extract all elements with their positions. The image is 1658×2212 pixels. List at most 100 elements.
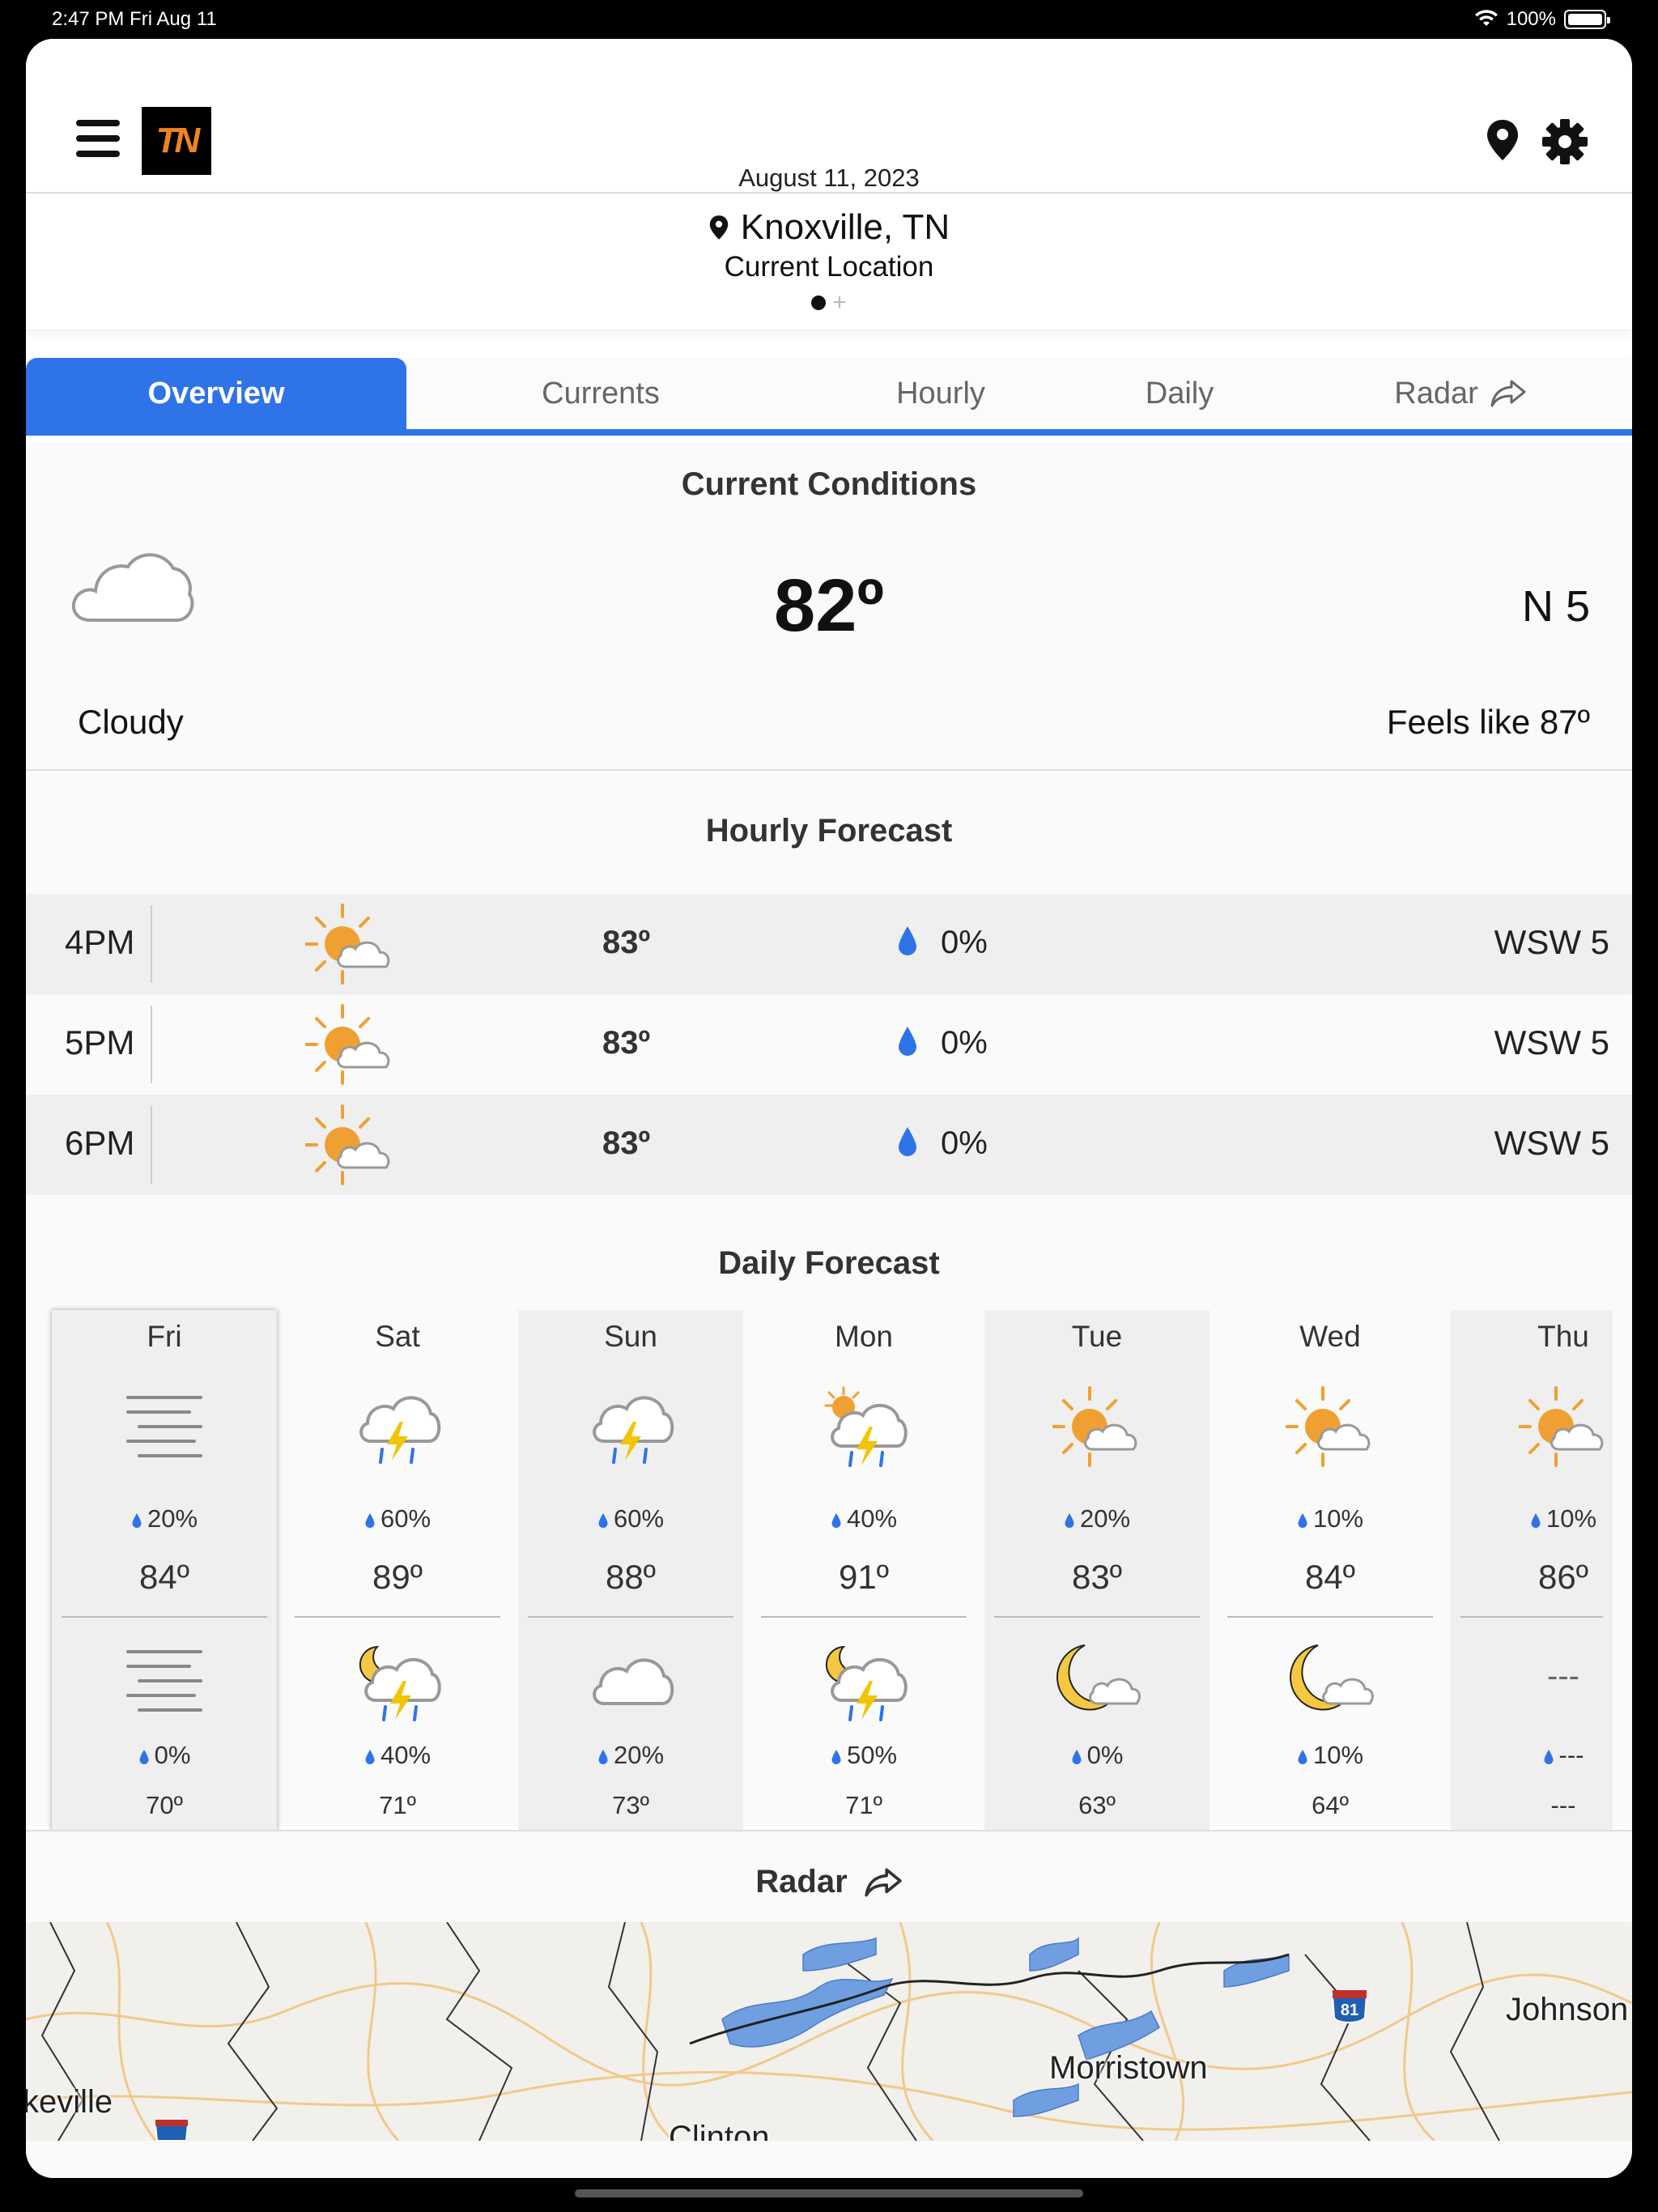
- day-low: 71º: [845, 1791, 882, 1819]
- sun-thunderstorm-icon: [824, 1386, 908, 1467]
- day-name: Mon: [835, 1320, 893, 1353]
- partly-sunny-icon: [1519, 1386, 1604, 1467]
- tab-currents[interactable]: Currents: [431, 358, 771, 429]
- night-thunderstorm-icon: [825, 1645, 908, 1721]
- daily-column-fri[interactable]: Fri 20% 84º 0% 70º: [52, 1310, 277, 1833]
- raindrop-icon: [598, 1750, 608, 1764]
- daily-forecast: Daily Forecast Fri 20% 84º 0% 70º Sat 60…: [26, 1195, 1632, 1833]
- daily-column-mon[interactable]: Mon 40% 91º 50% 71º: [751, 1310, 976, 1833]
- current-conditions: Current Conditions 82º N 5 Cloudy Feels …: [26, 442, 1632, 771]
- hour-wind: WSW 5: [1494, 1023, 1609, 1061]
- day-high: 88º: [605, 1558, 657, 1596]
- hour-time: 4PM: [65, 923, 135, 961]
- tab-hourly[interactable]: Hourly: [779, 358, 1103, 429]
- gear-icon[interactable]: [1541, 118, 1588, 165]
- hourly-row[interactable]: 4PM 83º 0% WSW 5: [26, 894, 1632, 994]
- current-temperature: 82º: [774, 564, 884, 647]
- share-arrow-icon: [1490, 380, 1526, 407]
- partly-sunny-icon: [1052, 1386, 1137, 1467]
- feels-like: Feels like 87º: [1386, 703, 1590, 741]
- day-precip: 60%: [613, 1504, 665, 1533]
- tab-daily[interactable]: Daily: [1070, 358, 1289, 429]
- no-data-placeholder: ---: [1547, 1658, 1579, 1694]
- raindrop-icon: [132, 1513, 142, 1528]
- day-low: 73º: [612, 1791, 649, 1819]
- thunderstorm-icon: [593, 1396, 674, 1464]
- hour-wind: WSW 5: [1494, 923, 1609, 961]
- day-name: Thu: [1537, 1320, 1589, 1353]
- raindrop-icon: [365, 1513, 375, 1528]
- location-header[interactable]: Knoxville, TN Current Location +: [26, 194, 1632, 330]
- menu-icon[interactable]: [76, 120, 120, 157]
- raindrop-icon: [899, 1127, 916, 1156]
- night-precip: 0%: [154, 1741, 191, 1769]
- day-low: 71º: [379, 1791, 416, 1819]
- day-high: 91º: [838, 1558, 890, 1596]
- location-name: Knoxville, TN: [740, 207, 950, 247]
- tab-radar[interactable]: Radar: [1289, 358, 1632, 429]
- wifi-icon: [1474, 10, 1498, 26]
- current-conditions-title: Current Conditions: [681, 466, 977, 502]
- day-high: 89º: [372, 1558, 423, 1596]
- day-low: 63º: [1078, 1791, 1116, 1819]
- header-date: August 11, 2023: [738, 164, 920, 192]
- day-name: Wed: [1299, 1320, 1361, 1353]
- home-indicator[interactable]: [575, 2189, 1083, 2197]
- day-precip: 10%: [1312, 1504, 1364, 1533]
- daily-column-thu[interactable]: Thu 10% 86º --- --- ---: [1451, 1310, 1613, 1833]
- cloud-icon: [593, 1658, 674, 1705]
- hour-temperature: 83º: [602, 1125, 651, 1161]
- radar-map[interactable]: 81 Morristown Johnson keville Clinton: [26, 1922, 1632, 2141]
- map-label-morristown: Morristown: [1049, 2050, 1208, 2086]
- map-label-clinton: Clinton: [669, 2120, 770, 2141]
- radar-link[interactable]: Radar: [26, 1864, 1632, 1900]
- raindrop-icon: [1298, 1513, 1307, 1528]
- hour-precip: 0%: [941, 1125, 988, 1161]
- location-pin-icon[interactable]: [1485, 118, 1520, 162]
- thunderstorm-icon: [359, 1396, 441, 1464]
- night-precip: ---: [1558, 1741, 1584, 1769]
- page-indicator[interactable]: +: [26, 291, 1632, 315]
- hour-precip: 0%: [941, 1025, 988, 1061]
- raindrop-icon: [1065, 1513, 1074, 1528]
- raindrop-icon: [365, 1750, 375, 1764]
- current-condition-text: Cloudy: [78, 703, 184, 741]
- raindrop-icon: [899, 926, 916, 955]
- hour-time: 6PM: [65, 1124, 135, 1162]
- day-precip: 20%: [147, 1504, 198, 1533]
- raindrop-icon: [1544, 1750, 1553, 1764]
- hour-precip: 0%: [941, 925, 988, 960]
- day-name: Sat: [375, 1320, 420, 1353]
- raindrop-icon: [1298, 1750, 1307, 1764]
- daily-column-sun[interactable]: Sun 60% 88º 20% 73º: [518, 1310, 743, 1833]
- daily-column-sat[interactable]: Sat 60% 89º 40% 71º: [285, 1310, 510, 1833]
- day-name: Fri: [147, 1320, 182, 1353]
- map-label-keville: keville: [26, 2084, 113, 2120]
- add-location-icon[interactable]: +: [832, 291, 847, 315]
- daily-column-wed[interactable]: Wed 10% 84º 10% 64º: [1218, 1310, 1443, 1833]
- status-bar: 2:47 PM Fri Aug 11 100%: [0, 0, 1658, 39]
- page-dot-active[interactable]: [811, 296, 827, 310]
- daily-column-tue[interactable]: Tue 20% 83º 0% 63º: [984, 1310, 1209, 1833]
- hour-time: 5PM: [65, 1023, 135, 1061]
- night-precip: 50%: [846, 1741, 898, 1769]
- share-arrow-icon: [864, 1868, 902, 1896]
- tab-overview[interactable]: Overview: [26, 358, 406, 429]
- battery-percent: 100%: [1506, 8, 1556, 30]
- hourly-row[interactable]: 5PM 83º 0% WSW 5: [26, 994, 1632, 1095]
- night-precip: 10%: [1312, 1741, 1364, 1769]
- hourly-row[interactable]: 6PM 83º 0% WSW 5: [26, 1095, 1632, 1195]
- hour-temperature: 83º: [602, 925, 651, 960]
- app-header: TN August 11, 2023: [26, 39, 1632, 194]
- day-low: ---: [1550, 1791, 1576, 1819]
- partly-cloudy-night-icon: [1289, 1644, 1374, 1711]
- day-low: 70º: [146, 1791, 183, 1819]
- radar-section: Radar 81 Morristown Johnson keville Clin…: [26, 1830, 1632, 2178]
- day-precip: 10%: [1545, 1504, 1597, 1533]
- tab-bar: Overview Currents Hourly Daily Radar: [26, 358, 1632, 436]
- day-high: 86º: [1537, 1558, 1589, 1596]
- raindrop-icon: [1531, 1513, 1541, 1528]
- day-name: Sun: [604, 1320, 657, 1353]
- partly-sunny-icon: [305, 1104, 390, 1185]
- map-label-johnson: Johnson: [1506, 1992, 1629, 2027]
